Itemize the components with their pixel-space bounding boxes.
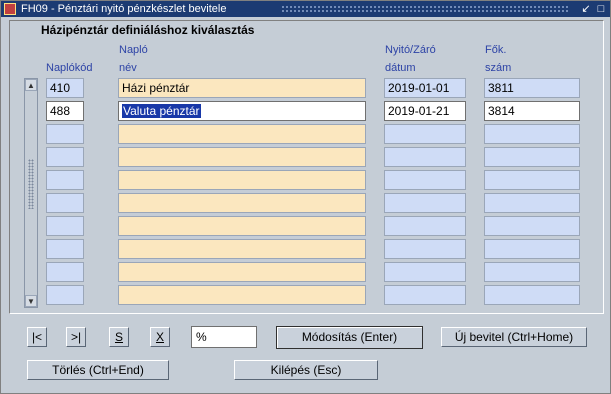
cell-code[interactable] xyxy=(46,170,84,190)
cell-name[interactable]: Valuta pénztár xyxy=(118,101,366,121)
cell-account[interactable] xyxy=(484,216,580,236)
cell-account[interactable] xyxy=(484,285,580,305)
cell-name[interactable] xyxy=(118,285,366,305)
cell-code[interactable] xyxy=(46,285,84,305)
cell-date[interactable] xyxy=(384,147,466,167)
cell-name[interactable] xyxy=(118,239,366,259)
cell-date[interactable]: 2019-01-21 xyxy=(384,101,466,121)
column-header-account-line1: Fők. xyxy=(485,44,507,56)
first-record-button[interactable]: |< xyxy=(27,327,47,347)
app-window: FH09 - Pénztári nyitó pénzkészlet bevite… xyxy=(0,0,611,394)
cell-account[interactable]: 3811 xyxy=(484,78,580,98)
column-header-account-line2: szám xyxy=(485,62,512,74)
cell-name-value: Házi pénztár xyxy=(122,81,190,95)
column-header-name-line2: név xyxy=(119,62,137,74)
cell-date-value: 2019-01-21 xyxy=(388,104,450,118)
cell-date[interactable] xyxy=(384,285,466,305)
exit-button[interactable]: Kilépés (Esc) xyxy=(234,360,378,380)
minimize-icon[interactable]: ↙ xyxy=(579,2,593,16)
last-record-button[interactable]: >| xyxy=(66,327,86,347)
scroll-up-icon[interactable]: ▲ xyxy=(25,79,37,91)
cell-code[interactable] xyxy=(46,262,84,282)
cell-date[interactable] xyxy=(384,262,466,282)
column-header-date-line1: Nyitó/Záró xyxy=(385,44,436,56)
cell-code[interactable] xyxy=(46,147,84,167)
column-header-code: Naplókód xyxy=(46,62,93,74)
cell-code-value: 410 xyxy=(50,81,71,95)
cell-date[interactable] xyxy=(384,124,466,144)
app-icon xyxy=(4,3,16,15)
cell-date[interactable]: 2019-01-01 xyxy=(384,78,466,98)
cell-code[interactable] xyxy=(46,193,84,213)
window-title: FH09 - Pénztári nyitó pénzkészlet bevite… xyxy=(21,3,227,15)
cell-date-value: 2019-01-01 xyxy=(388,81,450,95)
cell-account-value: 3814 xyxy=(488,104,515,118)
delete-button[interactable]: Törlés (Ctrl+End) xyxy=(27,360,169,380)
scroll-grip-icon[interactable] xyxy=(28,159,34,209)
cell-name[interactable] xyxy=(118,124,366,144)
cell-date[interactable] xyxy=(384,239,466,259)
search-button[interactable]: S xyxy=(109,327,129,347)
page-title: Házipénztár definiáláshoz kiválasztás xyxy=(41,23,255,37)
cell-account[interactable] xyxy=(484,239,580,259)
cell-name[interactable] xyxy=(118,147,366,167)
cell-name[interactable] xyxy=(118,262,366,282)
modify-button[interactable]: Módosítás (Enter) xyxy=(276,326,423,349)
cell-code[interactable] xyxy=(46,239,84,259)
scroll-down-icon[interactable]: ▼ xyxy=(25,295,37,307)
cell-account[interactable] xyxy=(484,170,580,190)
column-header-date-line2: dátum xyxy=(385,62,416,74)
cell-date[interactable] xyxy=(384,193,466,213)
cell-account[interactable] xyxy=(484,262,580,282)
maximize-icon[interactable]: □ xyxy=(594,2,608,16)
cell-name[interactable]: Házi pénztár xyxy=(118,78,366,98)
new-entry-button[interactable]: Új bevitel (Ctrl+Home) xyxy=(441,327,587,347)
title-bar: FH09 - Pénztári nyitó pénzkészlet bevite… xyxy=(1,1,610,17)
cell-date[interactable] xyxy=(384,216,466,236)
cell-code[interactable]: 488 xyxy=(46,101,84,121)
clear-button[interactable]: X xyxy=(150,327,170,347)
cell-code[interactable] xyxy=(46,124,84,144)
cell-name[interactable] xyxy=(118,170,366,190)
cell-account[interactable] xyxy=(484,147,580,167)
cell-code[interactable] xyxy=(46,216,84,236)
filter-input[interactable]: % xyxy=(191,326,257,348)
cell-account[interactable]: 3814 xyxy=(484,101,580,121)
cell-account[interactable] xyxy=(484,193,580,213)
cell-name[interactable] xyxy=(118,216,366,236)
cell-code-value: 488 xyxy=(50,104,71,118)
titlebar-pattern xyxy=(281,5,570,13)
vertical-scrollbar[interactable]: ▲ ▼ xyxy=(24,78,38,308)
cell-name-value: Valuta pénztár xyxy=(122,104,201,118)
cell-name[interactable] xyxy=(118,193,366,213)
column-header-name-line1: Napló xyxy=(119,44,148,56)
cell-date[interactable] xyxy=(384,170,466,190)
cell-account-value: 3811 xyxy=(488,81,514,95)
cell-code[interactable]: 410 xyxy=(46,78,84,98)
cell-account[interactable] xyxy=(484,124,580,144)
